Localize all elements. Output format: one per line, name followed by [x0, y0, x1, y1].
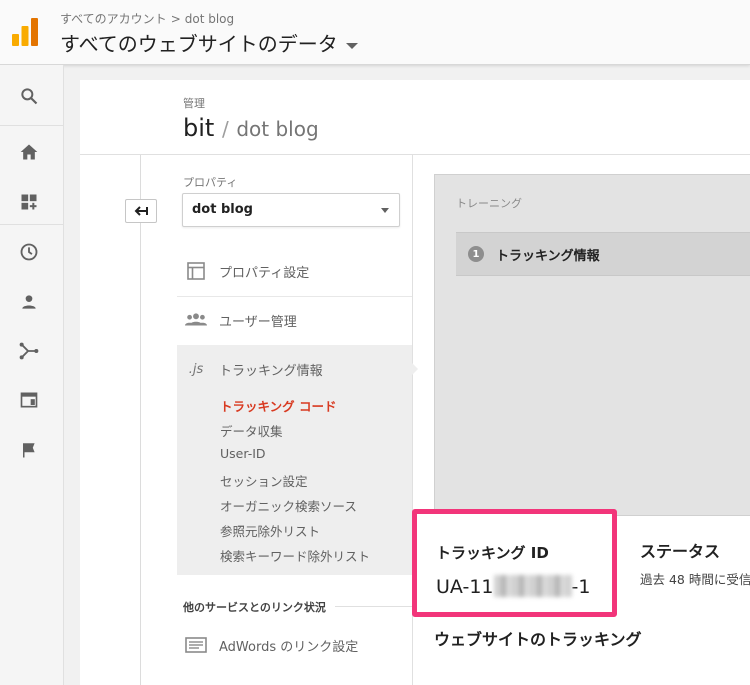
section-rule	[335, 606, 412, 607]
tracking-id-highlight: トラッキング ID UA-11 -1	[412, 509, 617, 617]
property-select-value: dot blog	[192, 202, 253, 217]
property-name: dot blog	[236, 117, 319, 141]
clock-icon[interactable]	[17, 240, 41, 264]
app-header: すべてのアカウント > dot blog すべてのウェブサイトのデータ	[0, 0, 750, 65]
menu-tracking-info[interactable]: .js トラッキング情報	[177, 345, 412, 393]
menu-adwords-linking[interactable]: AdWords のリンク設定	[177, 621, 412, 669]
breadcrumb-account[interactable]: すべてのアカウント	[60, 12, 167, 26]
tracking-id-suffix: -1	[571, 576, 591, 598]
analytics-logo-icon[interactable]	[12, 18, 38, 46]
submenu-search-term-exclusion[interactable]: 検索キーワード除外リスト	[220, 546, 370, 565]
person-icon[interactable]	[17, 290, 41, 314]
tracking-id-heading: トラッキング ID	[436, 544, 549, 562]
dropdown-arrow-icon	[381, 208, 389, 213]
menu-label: ユーザー管理	[219, 315, 297, 330]
view-selector[interactable]: すべてのウェブサイトのデータ	[60, 28, 358, 57]
menu-user-management[interactable]: ユーザー管理	[177, 296, 412, 344]
status-heading: ステータス	[640, 542, 721, 561]
menu-label: プロパティ設定	[219, 266, 310, 281]
column-guide-line	[140, 155, 141, 685]
chevron-down-icon	[345, 42, 358, 49]
section-heading-product-linking: 他のサービスとのリンク状況	[183, 601, 326, 614]
fork-icon[interactable]	[17, 339, 41, 363]
training-card: トレーニング 1 トラッキング情報	[434, 174, 750, 516]
training-label: トレーニング	[456, 197, 522, 210]
dashboard-add-icon[interactable]	[17, 190, 41, 214]
adwords-icon	[185, 634, 207, 656]
nav-divider	[0, 224, 63, 225]
selection-pointer	[411, 362, 418, 376]
page-title: bit / dot blog	[183, 114, 319, 142]
view-title: すべてのウェブサイトのデータ	[60, 32, 338, 56]
flag-icon[interactable]	[17, 438, 41, 462]
admin-label: 管理	[183, 97, 205, 110]
arrow-back-icon	[134, 206, 148, 216]
panel-divider	[80, 154, 750, 155]
redacted-blur	[493, 575, 572, 597]
left-nav	[0, 65, 64, 685]
property-select[interactable]: dot blog	[182, 193, 400, 227]
menu-label: トラッキング情報	[219, 364, 323, 379]
search-icon[interactable]	[17, 84, 41, 108]
website-tracking-heading: ウェブサイトのトラッキング	[434, 630, 642, 649]
js-icon: .js	[188, 361, 204, 377]
step-title: トラッキング情報	[496, 249, 600, 264]
submenu-organic-search-sources[interactable]: オーガニック検索ソース	[220, 496, 357, 515]
back-button[interactable]	[125, 199, 157, 223]
submenu-session-settings[interactable]: セッション設定	[220, 471, 308, 490]
menu-label: AdWords のリンク設定	[219, 640, 359, 655]
people-icon	[185, 309, 207, 331]
property-label: プロパティ	[183, 176, 238, 189]
layout-icon	[185, 260, 207, 282]
breadcrumb-property[interactable]: dot blog	[185, 12, 234, 26]
submenu-user-id[interactable]: User-ID	[220, 446, 266, 461]
title-separator: /	[221, 117, 229, 141]
training-step[interactable]: 1 トラッキング情報	[456, 232, 750, 276]
account-name: bit	[183, 114, 215, 142]
admin-panel: 管理 bit / dot blog プロパティ dot blog プロパティ設定…	[80, 80, 750, 685]
breadcrumb[interactable]: すべてのアカウント > dot blog	[60, 10, 234, 27]
submenu-tracking-code[interactable]: トラッキング コード	[220, 396, 336, 415]
browser-window-icon[interactable]	[17, 388, 41, 412]
step-number-badge: 1	[468, 246, 484, 262]
breadcrumb-separator: >	[170, 12, 181, 26]
menu-property-settings[interactable]: プロパティ設定	[177, 247, 412, 295]
tracking-id-value[interactable]: UA-11 -1	[436, 575, 590, 598]
submenu-data-collection[interactable]: データ収集	[220, 421, 283, 440]
submenu-referral-exclusion[interactable]: 参照元除外リスト	[220, 521, 320, 540]
nav-divider	[0, 125, 63, 126]
tracking-id-prefix: UA-11	[436, 576, 494, 598]
status-text: 過去 48 時間に受信	[640, 572, 750, 587]
home-icon[interactable]	[17, 140, 41, 164]
